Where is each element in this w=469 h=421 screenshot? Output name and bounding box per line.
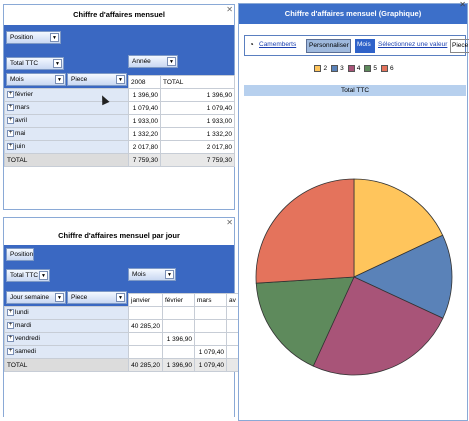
pivot-table: 2008 TOTAL + février 1 396,90 1 396,90 + m… bbox=[4, 75, 235, 167]
legend-label: 3 bbox=[340, 65, 344, 73]
measure-chip[interactable]: Total TTC ▼ bbox=[6, 269, 50, 282]
legend-item: 2 bbox=[314, 65, 327, 72]
chart-toolbar: ◔ Camemberts Personnaliser Mois Sélectio… bbox=[244, 35, 469, 56]
chart-type-link[interactable]: Camemberts bbox=[259, 39, 296, 53]
legend-label: 2 bbox=[323, 65, 328, 73]
chevron-down-icon[interactable]: ▼ bbox=[53, 59, 62, 68]
table-row: + samedi 1 079,40 bbox=[4, 345, 245, 359]
monthly-revenue-panel: Chiffre d'affaires mensuel ✕ Position ▼ … bbox=[3, 4, 235, 210]
table-row: + mars 1 079,40 1 079,40 bbox=[4, 101, 235, 115]
close-icon[interactable]: ✕ bbox=[226, 218, 233, 227]
chevron-down-icon[interactable]: ▼ bbox=[39, 271, 48, 280]
table-row: + février 1 396,90 1 396,90 bbox=[4, 88, 235, 102]
legend-item: 3 bbox=[331, 65, 344, 72]
col-header-total: TOTAL bbox=[160, 75, 235, 89]
expand-icon[interactable]: + bbox=[7, 130, 14, 138]
pie-chart bbox=[255, 178, 453, 376]
chevron-down-icon[interactable]: ▼ bbox=[50, 33, 59, 42]
expand-icon[interactable]: + bbox=[7, 309, 14, 317]
expand-icon[interactable]: + bbox=[7, 322, 14, 330]
pie-slice-6[interactable] bbox=[255, 178, 355, 284]
panel-title: Chiffre d'affaires mensuel par jour bbox=[58, 231, 180, 240]
panel-title: Chiffre d'affaires mensuel (Graphique) bbox=[239, 4, 467, 24]
pivot-table: janvier février mars av + lundi + mardi 40… bbox=[4, 293, 245, 372]
chart-total-label: Total TTC bbox=[244, 85, 466, 96]
filter-chip-position[interactable]: Position bbox=[6, 248, 34, 261]
legend-swatch bbox=[364, 65, 372, 72]
pie-chart-icon[interactable]: ◔ bbox=[249, 39, 254, 53]
table-total-row: TOTAL 7 759,30 7 759,30 bbox=[4, 153, 235, 167]
close-icon[interactable]: ✕ bbox=[459, 0, 466, 9]
table-row: + vendredi 1 396,90 bbox=[4, 332, 245, 346]
legend-label: 4 bbox=[356, 65, 361, 73]
close-icon[interactable]: ✕ bbox=[226, 5, 233, 14]
table-row: + juin 2 017,80 2 017,80 bbox=[4, 140, 235, 154]
chevron-down-icon[interactable]: ▼ bbox=[167, 57, 176, 66]
measure-chip[interactable]: Total TTC ▼ bbox=[6, 57, 64, 70]
expand-icon[interactable]: + bbox=[7, 143, 14, 151]
filter-chip-position[interactable]: Position ▼ bbox=[6, 31, 61, 44]
daily-revenue-panel: ✕ Chiffre d'affaires mensuel par jour Po… bbox=[3, 217, 245, 417]
legend-label: 6 bbox=[389, 65, 394, 73]
expand-icon[interactable]: + bbox=[7, 91, 14, 99]
legend-label: 5 bbox=[373, 65, 377, 73]
table-row: + mardi 40 285,20 bbox=[4, 319, 245, 333]
column-chip-month[interactable]: Mois ▼ bbox=[128, 268, 176, 281]
legend-swatch bbox=[314, 65, 322, 72]
legend-item: 5 bbox=[364, 65, 377, 72]
chevron-down-icon[interactable]: ▼ bbox=[165, 270, 174, 279]
column-chip-year[interactable]: Année ▼ bbox=[128, 55, 178, 68]
legend-swatch bbox=[331, 65, 339, 72]
legend-swatch bbox=[347, 65, 355, 72]
legend-item: 4 bbox=[347, 65, 361, 73]
table-row: + avril 1 933,00 1 933,00 bbox=[4, 114, 235, 128]
expand-icon[interactable]: + bbox=[7, 348, 14, 356]
table-row: + mai 1 332,20 1 332,20 bbox=[4, 127, 235, 141]
customize-button[interactable]: Personnaliser bbox=[306, 39, 351, 53]
table-total-row: TOTAL 40 285,20 1 396,90 1 079,40 bbox=[4, 358, 245, 372]
expand-icon[interactable]: + bbox=[7, 117, 14, 125]
mois-chip[interactable]: Mois bbox=[355, 39, 375, 53]
select-value-link[interactable]: Sélectionnez une valeur bbox=[378, 39, 447, 53]
chart-legend: 2 3 4 5 6 bbox=[239, 65, 469, 72]
panel-title: Chiffre d'affaires mensuel bbox=[73, 10, 165, 19]
legend-item: 6 bbox=[380, 65, 394, 73]
col-header-year: 2008 bbox=[128, 75, 161, 89]
table-row: + lundi bbox=[4, 306, 245, 320]
piece-field[interactable]: Piece bbox=[450, 39, 469, 53]
revenue-chart-panel: Chiffre d'affaires mensuel (Graphique) ✕… bbox=[238, 0, 469, 421]
expand-icon[interactable]: + bbox=[7, 104, 14, 112]
expand-icon[interactable]: + bbox=[7, 335, 14, 343]
legend-swatch bbox=[380, 65, 388, 72]
